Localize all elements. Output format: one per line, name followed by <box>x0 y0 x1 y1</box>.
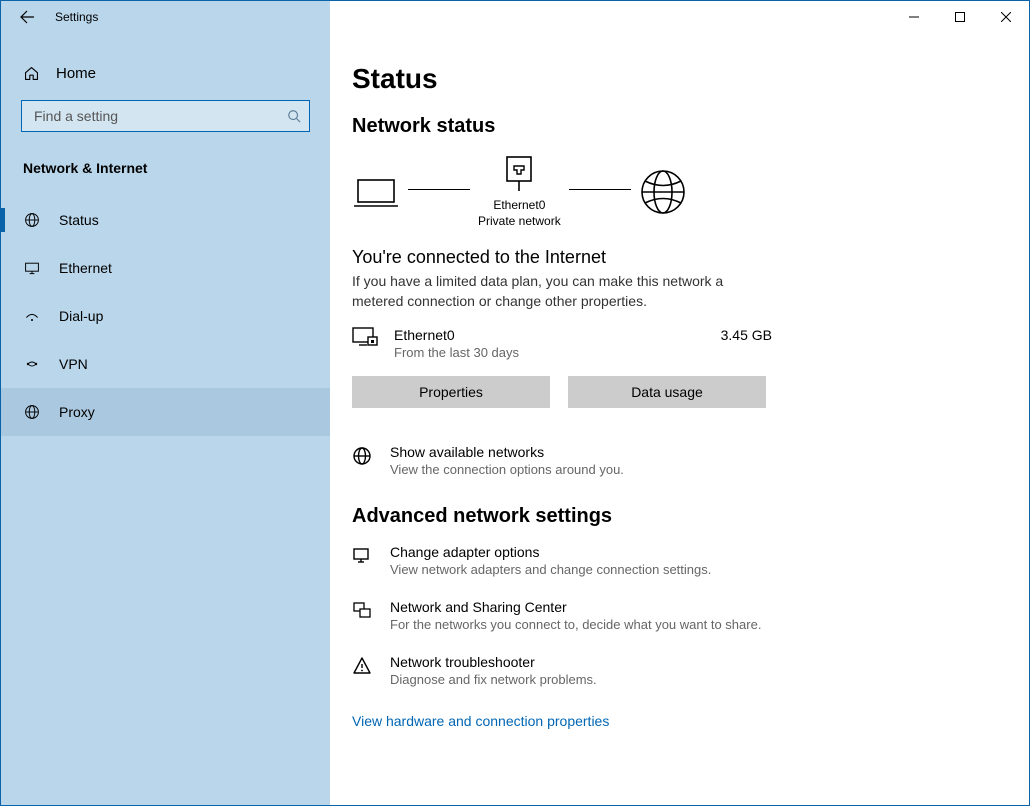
titlebar: Settings <box>1 1 1029 33</box>
properties-button[interactable]: Properties <box>352 376 550 408</box>
sidebar-item-ethernet[interactable]: Ethernet <box>1 244 330 292</box>
sidebar-item-proxy[interactable]: Proxy <box>1 388 330 436</box>
troubleshooter-title: Network troubleshooter <box>390 654 597 670</box>
show-networks-title: Show available networks <box>390 444 624 460</box>
page-title: Status <box>352 63 999 95</box>
adapter-icon: Ethernet0 Private network <box>478 154 561 229</box>
sidebar-item-status[interactable]: Status <box>1 196 330 244</box>
sidebar-item-dialup[interactable]: Dial-up <box>1 292 330 340</box>
section-advanced-title: Advanced network settings <box>352 505 999 528</box>
troubleshooter-row[interactable]: Network troubleshooter Diagnose and fix … <box>352 654 852 687</box>
connected-description: If you have a limited data plan, you can… <box>352 272 752 311</box>
hardware-link[interactable]: View hardware and connection properties <box>352 713 609 729</box>
home-icon <box>23 65 40 82</box>
globe-icon <box>352 444 374 466</box>
data-usage-button[interactable]: Data usage <box>568 376 766 408</box>
sidebar-item-label: Status <box>59 212 99 228</box>
main-content: Status Network status Ethernet0 Private … <box>330 33 1029 805</box>
ethernet-icon <box>352 327 378 349</box>
sidebar-home[interactable]: Home <box>1 57 330 100</box>
vpn-icon <box>23 356 41 372</box>
change-adapter-sub: View network adapters and change connect… <box>390 562 711 577</box>
sharing-sub: For the networks you connect to, decide … <box>390 617 761 632</box>
sidebar: Home Network & Internet Status Ether <box>1 33 330 805</box>
adapter-usage: 3.45 GB <box>721 327 772 343</box>
search-icon <box>287 109 301 123</box>
search-input[interactable] <box>32 107 287 125</box>
monitor-icon <box>23 260 41 276</box>
titlebar-right <box>330 1 1029 33</box>
change-adapter-row[interactable]: Change adapter options View network adap… <box>352 544 852 577</box>
section-network-status: Network status <box>352 115 999 138</box>
network-diagram: Ethernet0 Private network <box>352 154 999 229</box>
show-networks-sub: View the connection options around you. <box>390 462 624 477</box>
diagram-network-type: Private network <box>478 214 561 230</box>
adapter-row: Ethernet0 From the last 30 days 3.45 GB <box>352 327 772 360</box>
app-title: Settings <box>55 10 98 24</box>
sharing-center-row[interactable]: Network and Sharing Center For the netwo… <box>352 599 852 632</box>
sidebar-item-label: Ethernet <box>59 260 112 276</box>
minimize-button[interactable] <box>891 1 937 33</box>
show-networks-row[interactable]: Show available networks View the connect… <box>352 444 852 477</box>
internet-icon <box>639 168 687 216</box>
maximize-button[interactable] <box>937 1 983 33</box>
sidebar-item-label: Dial-up <box>59 308 103 324</box>
sidebar-item-label: Proxy <box>59 404 95 420</box>
search-box[interactable] <box>21 100 310 132</box>
adapter-name: Ethernet0 <box>394 327 705 343</box>
globe-icon <box>23 404 41 420</box>
adapter-sub: From the last 30 days <box>394 345 705 360</box>
device-icon <box>352 172 400 212</box>
close-button[interactable] <box>983 1 1029 33</box>
warning-icon <box>352 654 374 676</box>
adapter-options-icon <box>352 544 374 566</box>
sidebar-home-label: Home <box>56 65 96 82</box>
settings-window: Settings Home <box>0 0 1030 806</box>
change-adapter-title: Change adapter options <box>390 544 711 560</box>
sharing-title: Network and Sharing Center <box>390 599 761 615</box>
sidebar-item-vpn[interactable]: VPN <box>1 340 330 388</box>
diagram-connection-name: Ethernet0 <box>478 198 561 214</box>
titlebar-left: Settings <box>1 1 330 33</box>
back-icon[interactable] <box>19 9 35 25</box>
sidebar-item-label: VPN <box>59 356 88 372</box>
troubleshooter-sub: Diagnose and fix network problems. <box>390 672 597 687</box>
dialup-icon <box>23 308 41 324</box>
connected-heading: You're connected to the Internet <box>352 247 999 268</box>
sidebar-category: Network & Internet <box>1 160 330 196</box>
globe-icon <box>23 212 41 228</box>
sharing-icon <box>352 599 374 621</box>
